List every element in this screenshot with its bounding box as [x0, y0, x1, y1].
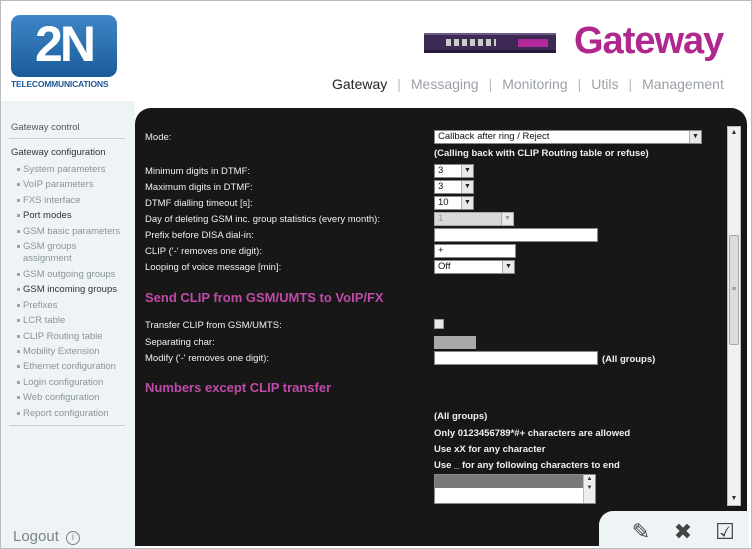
mode-label: Mode:: [145, 132, 172, 143]
separating-label: Separating char:: [145, 337, 215, 348]
clip-input[interactable]: +: [434, 244, 516, 258]
logout-button[interactable]: Logout i: [13, 528, 80, 545]
all-groups-note: (All groups): [434, 411, 488, 422]
power-icon: i: [65, 531, 80, 545]
transfer-label: Transfer CLIP from GSM/UMTS:: [145, 320, 282, 331]
sidebar-item-fxs-interface[interactable]: FXS interface: [17, 193, 120, 208]
chevron-down-icon: ▼: [461, 165, 473, 177]
scroll-down-icon[interactable]: ▼: [728, 493, 740, 505]
nav-gateway[interactable]: Gateway: [332, 76, 387, 92]
timeout-value: 10: [438, 197, 449, 208]
day-label: Day of deleting GSM inc. group statistic…: [145, 214, 380, 225]
nav-separator: |: [488, 76, 493, 92]
top-navigation: Gateway | Messaging | Monitoring | Utils | Manag…: [332, 76, 724, 92]
timeout-select[interactable]: 10 ▼: [434, 196, 474, 210]
hint-following-characters: Use _ for any following characters to en…: [434, 460, 620, 471]
sidebar-item-mobility-extension[interactable]: Mobility Extension: [17, 344, 120, 359]
chevron-down-icon: ▼: [689, 131, 701, 143]
hint-allowed-characters: Only 0123456789*#+ characters are allowe…: [434, 428, 631, 439]
logo-subtitle: TELECOMMUNICATIONS: [11, 79, 109, 89]
header: 2N TELECOMMUNICATIONS Gateway Gateway | Me…: [1, 1, 751, 101]
section-numbers-except: Numbers except CLIP transfer: [145, 380, 332, 395]
min-digits-select[interactable]: 3 ▼: [434, 164, 474, 178]
chevron-down-icon: ▼: [501, 213, 513, 225]
day-select: 1 ▼: [434, 212, 514, 226]
nav-utils[interactable]: Utils: [591, 76, 618, 92]
prefix-label: Prefix before DISA dial-in:: [145, 230, 254, 241]
scroll-up-icon[interactable]: ▲: [728, 127, 740, 139]
main-panel: Mode: Callback after ring / Reject ▼ (Ca…: [135, 108, 747, 546]
mode-select[interactable]: Callback after ring / Reject ▼: [434, 130, 702, 144]
logo-text: 2N: [35, 16, 96, 72]
chevron-down-icon: ▼: [461, 197, 473, 209]
nav-messaging[interactable]: Messaging: [411, 76, 479, 92]
mode-note: (Calling back with CLIP Routing table or…: [434, 148, 649, 159]
sidebar-divider: [9, 138, 125, 139]
sidebar-item-gsm-basic-parameters[interactable]: GSM basic parameters: [17, 224, 120, 239]
gateway-device-image: [424, 33, 556, 53]
sidebar-item-gsm-outgoing-groups[interactable]: GSM outgoing groups: [17, 267, 120, 282]
app-window: 2N TELECOMMUNICATIONS Gateway Gateway | Me…: [0, 0, 752, 549]
separating-input[interactable]: [434, 336, 476, 349]
loop-select[interactable]: Off ▼: [434, 260, 515, 274]
nav-separator: |: [577, 76, 582, 92]
sidebar-item-lcr-table[interactable]: LCR table: [17, 313, 120, 328]
sidebar-gateway-configuration[interactable]: Gateway configuration: [11, 147, 106, 158]
hint-any-character: Use xX for any character: [434, 444, 546, 455]
max-digits-value: 3: [438, 181, 444, 192]
form-content: Mode: Callback after ring / Reject ▼ (Ca…: [135, 108, 727, 546]
delete-document-icon[interactable]: ✖: [669, 517, 697, 547]
min-digits-label: Minimum digits in DTMF:: [145, 166, 251, 177]
checklist-icon[interactable]: ☑: [711, 517, 739, 547]
sidebar-item-web-configuration[interactable]: Web configuration: [17, 390, 120, 405]
list-item[interactable]: [435, 475, 583, 488]
sidebar-menu: System parameters VoIP parameters FXS in…: [17, 162, 120, 421]
max-digits-select[interactable]: 3 ▼: [434, 180, 474, 194]
sidebar-item-gsm-incoming-groups[interactable]: GSM incoming groups: [17, 282, 120, 297]
chevron-down-icon: ▼: [461, 181, 473, 193]
timeout-label: DTMF dialling timeout [s]:: [145, 198, 253, 209]
action-toolbar: ✎ ✖ ☑: [599, 511, 749, 548]
panel-scrollbar[interactable]: ▲ ≡ ▼: [727, 126, 741, 506]
sidebar-item-gsm-groups-assignment[interactable]: GSM groups assignment: [17, 239, 101, 267]
prefix-input[interactable]: [434, 228, 598, 242]
nav-separator: |: [397, 76, 401, 92]
sidebar-item-ethernet-configuration[interactable]: Ethernet configuration: [17, 359, 120, 374]
nav-separator: |: [628, 76, 633, 92]
listbox-scrollbar[interactable]: ▲ ▼: [583, 475, 595, 503]
nav-management[interactable]: Management: [642, 76, 724, 92]
sidebar: Gateway control Gateway configuration Sy…: [1, 101, 135, 548]
nav-monitoring[interactable]: Monitoring: [502, 76, 567, 92]
numbers-listbox[interactable]: ▲ ▼: [434, 474, 596, 504]
mode-value: Callback after ring / Reject: [438, 131, 550, 142]
sidebar-item-prefixes[interactable]: Prefixes: [17, 298, 120, 313]
company-logo[interactable]: 2N: [11, 15, 117, 77]
sidebar-item-clip-routing-table[interactable]: CLIP Routing table: [17, 329, 120, 344]
logout-label: Logout: [13, 528, 59, 545]
sidebar-item-report-configuration[interactable]: Report configuration: [17, 406, 120, 421]
loop-label: Looping of voice message [min]:: [145, 262, 282, 273]
chevron-down-icon: ▼: [502, 261, 514, 273]
scrollbar-thumb[interactable]: ≡: [729, 235, 739, 345]
sidebar-item-port-modes[interactable]: Port modes: [17, 208, 120, 223]
min-digits-value: 3: [438, 165, 444, 176]
product-title: Gateway: [574, 20, 724, 62]
sidebar-gateway-control[interactable]: Gateway control: [11, 122, 80, 133]
section-send-clip: Send CLIP from GSM/UMTS to VoIP/FX: [145, 290, 384, 305]
sidebar-item-system-parameters[interactable]: System parameters: [17, 162, 120, 177]
loop-value: Off: [438, 261, 451, 272]
day-value: 1: [438, 213, 444, 224]
transfer-checkbox[interactable]: [434, 319, 444, 329]
sidebar-item-voip-parameters[interactable]: VoIP parameters: [17, 177, 120, 192]
sidebar-item-login-configuration[interactable]: Login configuration: [17, 375, 120, 390]
clip-label: CLIP ('-' removes one digit):: [145, 246, 262, 257]
max-digits-label: Maximum digits in DTMF:: [145, 182, 253, 193]
sidebar-divider: [9, 425, 125, 426]
edit-document-icon[interactable]: ✎: [627, 517, 655, 547]
modify-label: Modify ('-' removes one digit):: [145, 353, 270, 364]
modify-input[interactable]: [434, 351, 598, 365]
modify-note: (All groups): [602, 354, 656, 365]
